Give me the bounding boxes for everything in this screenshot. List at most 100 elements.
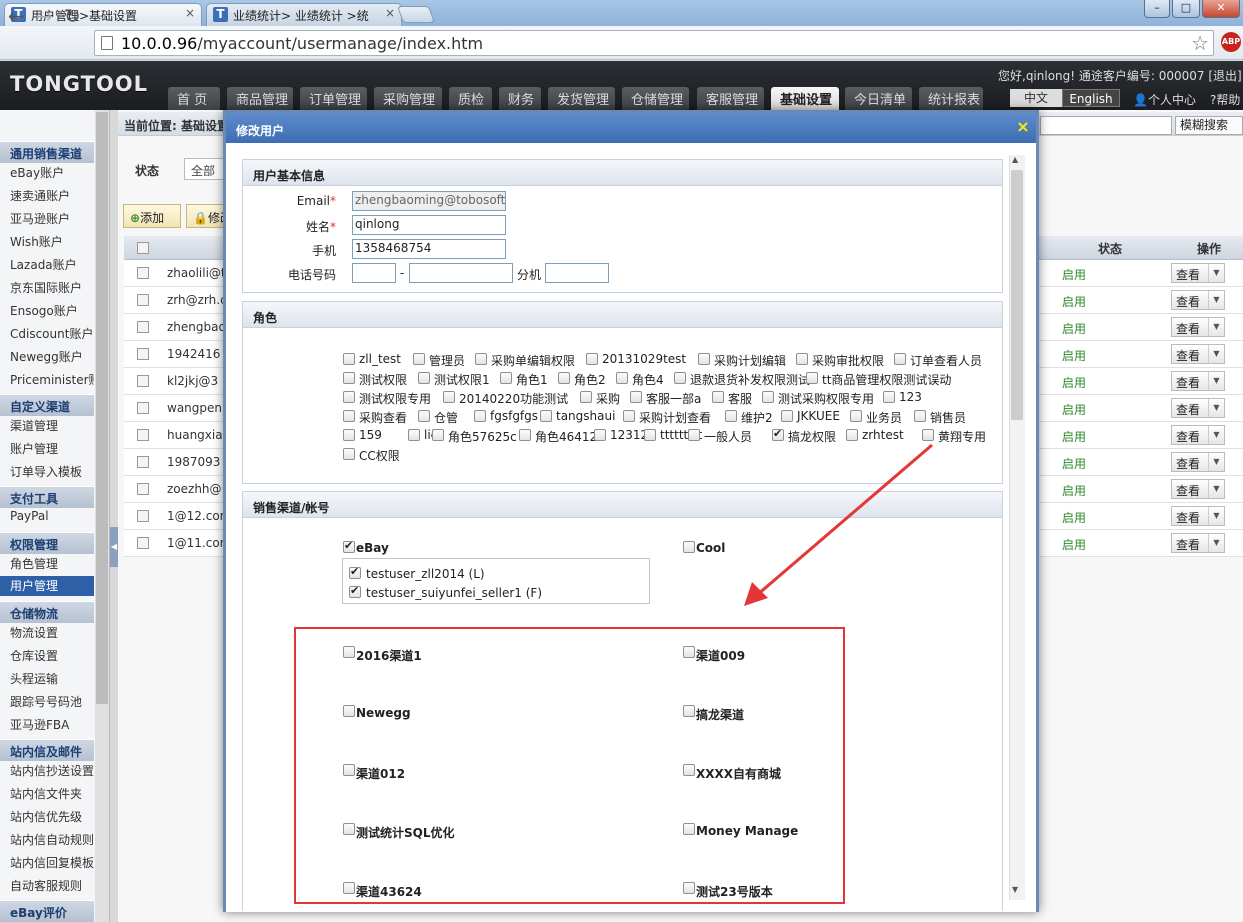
sidebar-item[interactable]: 头程运输 bbox=[10, 670, 94, 687]
menu-tab[interactable]: 统计报表 bbox=[919, 87, 983, 110]
account-checkbox[interactable] bbox=[349, 584, 361, 598]
close-tab-icon[interactable]: × bbox=[385, 6, 395, 20]
role-checkbox[interactable] bbox=[846, 429, 858, 441]
role-checkbox[interactable] bbox=[500, 372, 512, 384]
status-filter-select[interactable]: 全部 bbox=[184, 158, 224, 180]
forward-arrow-icon[interactable]: → bbox=[36, 4, 53, 28]
sidebar-item[interactable]: 京东国际账户 bbox=[10, 279, 94, 296]
role-checkbox[interactable] bbox=[343, 372, 355, 384]
sidebar-section-header[interactable]: 仓储物流 bbox=[0, 601, 94, 623]
search-input[interactable] bbox=[1040, 116, 1172, 135]
sidebar-collapse-icon[interactable]: ◀ bbox=[110, 527, 118, 567]
role-checkbox[interactable] bbox=[781, 410, 793, 422]
role-checkbox[interactable] bbox=[616, 372, 628, 384]
row-view-button[interactable]: 查看 ▼ bbox=[1171, 398, 1225, 418]
lang-english-button[interactable]: English bbox=[1062, 89, 1120, 107]
sidebar-section-header[interactable]: 通用销售渠道 bbox=[0, 141, 94, 163]
back-arrow-icon[interactable]: ← bbox=[8, 4, 25, 28]
sidebar-item[interactable]: eBay账户 bbox=[10, 164, 94, 181]
role-checkbox[interactable] bbox=[914, 410, 926, 422]
sidebar-item[interactable]: 亚马逊FBA bbox=[10, 716, 94, 733]
sidebar-item[interactable]: 站内信优先级 bbox=[10, 808, 94, 825]
sidebar-item[interactable]: 渠道管理 bbox=[10, 417, 94, 434]
row-checkbox[interactable] bbox=[137, 294, 149, 306]
mobile-field[interactable]: 1358468754 bbox=[352, 239, 506, 259]
chevron-down-icon[interactable]: ▼ bbox=[1208, 264, 1224, 282]
edit-user-button[interactable]: 🔒修改 bbox=[186, 204, 226, 228]
new-tab-button[interactable] bbox=[396, 6, 436, 23]
bookmark-star-icon[interactable]: ☆ bbox=[1191, 31, 1209, 55]
row-view-button[interactable]: 查看 ▼ bbox=[1171, 317, 1225, 337]
sidebar-section-header[interactable]: 自定义渠道 bbox=[0, 394, 94, 416]
sidebar-item[interactable]: Priceminister账户 bbox=[10, 371, 94, 388]
chevron-down-icon[interactable]: ▼ bbox=[1208, 507, 1224, 525]
role-checkbox[interactable] bbox=[413, 353, 425, 365]
role-checkbox[interactable] bbox=[850, 410, 862, 422]
role-checkbox[interactable] bbox=[725, 410, 737, 422]
row-checkbox[interactable] bbox=[137, 483, 149, 495]
role-checkbox[interactable] bbox=[674, 372, 686, 384]
dialog-scroll-thumb[interactable] bbox=[1011, 170, 1023, 420]
role-checkbox[interactable] bbox=[630, 391, 642, 403]
menu-tab[interactable]: 质检 bbox=[449, 87, 492, 110]
role-checkbox[interactable] bbox=[418, 372, 430, 384]
role-checkbox[interactable] bbox=[343, 429, 355, 441]
role-checkbox[interactable] bbox=[540, 410, 552, 422]
role-checkbox[interactable] bbox=[519, 429, 531, 441]
sidebar-item[interactable]: 订单导入模板 bbox=[10, 463, 94, 480]
reload-icon[interactable]: ↻ bbox=[64, 4, 81, 28]
sidebar-section-header[interactable]: eBay评价 bbox=[0, 900, 94, 922]
row-view-button[interactable]: 查看 ▼ bbox=[1171, 425, 1225, 445]
row-checkbox[interactable] bbox=[137, 537, 149, 549]
sidebar-item[interactable]: 站内信自动规则 bbox=[10, 831, 94, 848]
row-view-button[interactable]: 查看 ▼ bbox=[1171, 371, 1225, 391]
url-bar[interactable]: 10.0.0.96/myaccount/usermanage/index.htm… bbox=[94, 30, 1214, 56]
row-checkbox[interactable] bbox=[137, 456, 149, 468]
row-view-button[interactable]: 查看 ▼ bbox=[1171, 506, 1225, 526]
sidebar-item[interactable]: 跟踪号号码池 bbox=[10, 693, 94, 710]
sidebar-item[interactable]: Ensogo账户 bbox=[10, 302, 94, 319]
menu-tab[interactable]: 财务 bbox=[499, 87, 541, 110]
role-checkbox[interactable] bbox=[796, 353, 808, 365]
scroll-down-icon[interactable]: ▼ bbox=[1012, 885, 1018, 894]
sidebar-section-header[interactable]: 支付工具 bbox=[0, 486, 94, 508]
name-field[interactable]: qinlong bbox=[352, 215, 506, 235]
sidebar-item[interactable]: 角色管理 bbox=[10, 555, 94, 572]
row-checkbox[interactable] bbox=[137, 510, 149, 522]
sidebar-item[interactable]: 自动客服规则 bbox=[10, 877, 94, 894]
sidebar-item[interactable]: 站内信文件夹 bbox=[10, 785, 94, 802]
chevron-down-icon[interactable]: ▼ bbox=[1208, 399, 1224, 417]
sidebar-section-header[interactable]: 权限管理 bbox=[0, 532, 94, 554]
role-checkbox[interactable] bbox=[772, 427, 784, 441]
menu-tab[interactable]: 首 页 bbox=[168, 87, 220, 110]
sidebar-item[interactable]: 站内信回复模板 bbox=[10, 854, 94, 871]
sidebar-item[interactable]: 亚马逊账户 bbox=[10, 210, 94, 227]
role-checkbox[interactable] bbox=[762, 391, 774, 403]
role-checkbox[interactable] bbox=[712, 391, 724, 403]
row-view-button[interactable]: 查看 ▼ bbox=[1171, 290, 1225, 310]
sidebar-item[interactable]: PayPal bbox=[10, 509, 94, 523]
sidebar-item[interactable]: 站内信抄送设置 bbox=[10, 762, 94, 779]
row-checkbox[interactable] bbox=[137, 267, 149, 279]
role-checkbox[interactable] bbox=[580, 391, 592, 403]
role-checkbox[interactable] bbox=[558, 372, 570, 384]
fuzzy-search-button[interactable]: 模糊搜索 bbox=[1175, 116, 1243, 135]
role-checkbox[interactable] bbox=[343, 391, 355, 403]
add-user-button[interactable]: ⊕添加 bbox=[123, 204, 181, 228]
maximize-button[interactable]: □ bbox=[1172, 0, 1200, 18]
row-checkbox[interactable] bbox=[137, 321, 149, 333]
sidebar-item[interactable]: 账户管理 bbox=[10, 440, 94, 457]
role-checkbox[interactable] bbox=[922, 429, 934, 441]
sidebar-item[interactable]: 用户管理 bbox=[0, 576, 94, 596]
browser-tab-usermanage[interactable]: T 用户管理>基础设置 × bbox=[4, 3, 202, 26]
row-checkbox[interactable] bbox=[137, 429, 149, 441]
personal-center-link[interactable]: 👤个人中心 bbox=[1133, 91, 1196, 108]
sidebar-item[interactable]: Wish账户 bbox=[10, 233, 94, 250]
role-checkbox[interactable] bbox=[474, 410, 486, 422]
channel-checkbox-cool[interactable] bbox=[683, 541, 695, 553]
account-checkbox[interactable] bbox=[349, 565, 361, 579]
row-view-button[interactable]: 查看 ▼ bbox=[1171, 533, 1225, 553]
role-checkbox[interactable] bbox=[688, 429, 700, 441]
adblock-icon[interactable]: ABP bbox=[1221, 32, 1241, 52]
role-checkbox[interactable] bbox=[343, 353, 355, 365]
